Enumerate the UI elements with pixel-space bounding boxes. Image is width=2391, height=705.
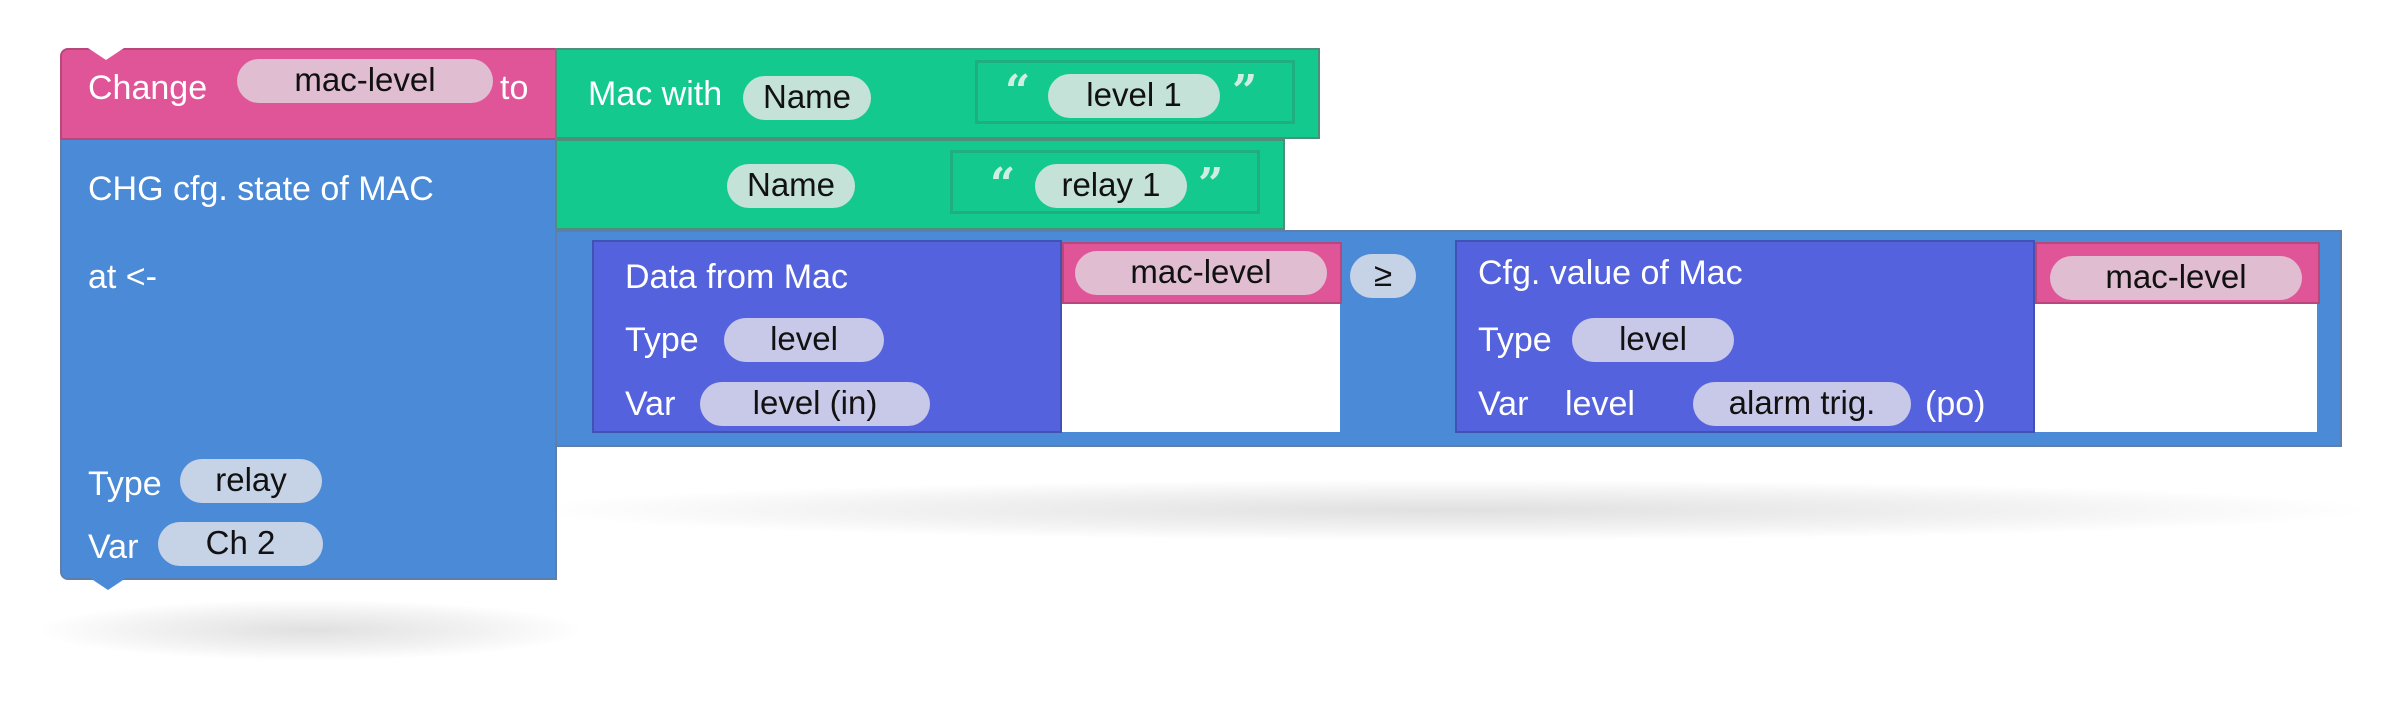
var-dropdown[interactable]: level (in) <box>700 382 930 426</box>
chg-block-title: CHG cfg. state of MAC <box>88 170 434 208</box>
type-dropdown[interactable]: level <box>724 318 884 362</box>
close-quote-icon: ” <box>1198 159 1224 210</box>
cfg-value-title: Cfg. value of Mac <box>1478 254 1743 292</box>
field-name-dropdown[interactable]: Name <box>743 76 871 120</box>
text-value-input[interactable]: relay 1 <box>1035 164 1187 208</box>
var-label: Var <box>88 528 139 566</box>
variable-dropdown[interactable]: mac-level <box>2050 256 2302 300</box>
type-label: Type <box>88 465 162 503</box>
open-quote-icon: “ <box>1005 66 1031 117</box>
mac-with-label: Mac with <box>588 75 723 113</box>
var-dropdown[interactable]: alarm trig. <box>1693 382 1911 426</box>
empty-slot <box>2035 304 2317 432</box>
var-suffix: (po) <box>1925 385 1986 423</box>
block-shadow <box>540 480 2360 540</box>
type-dropdown[interactable]: level <box>1572 318 1734 362</box>
open-quote-icon: “ <box>990 159 1016 210</box>
previous-connector <box>88 48 124 60</box>
close-quote-icon: ” <box>1232 66 1258 117</box>
at-label: at <- <box>88 258 157 296</box>
variable-dropdown[interactable]: mac-level <box>237 59 493 103</box>
change-label: Change <box>88 69 208 107</box>
type-label: Type <box>1478 321 1552 359</box>
var-label: Var <box>1478 385 1529 423</box>
var-prefix: level <box>1565 385 1635 423</box>
comparison-operator-dropdown[interactable]: ≥ <box>1350 254 1416 298</box>
empty-slot <box>1062 304 1340 432</box>
to-label: to <box>500 69 529 107</box>
block-shadow <box>40 600 580 660</box>
next-connector <box>90 578 126 590</box>
variable-dropdown[interactable]: mac-level <box>1075 251 1327 295</box>
field-name-dropdown[interactable]: Name <box>727 164 855 208</box>
text-value-input[interactable]: level 1 <box>1048 74 1220 118</box>
var-label: Var <box>625 385 676 423</box>
data-from-mac-title: Data from Mac <box>625 258 848 296</box>
var-dropdown[interactable]: Ch 2 <box>158 522 323 566</box>
type-dropdown[interactable]: relay <box>180 459 322 503</box>
type-label: Type <box>625 321 699 359</box>
